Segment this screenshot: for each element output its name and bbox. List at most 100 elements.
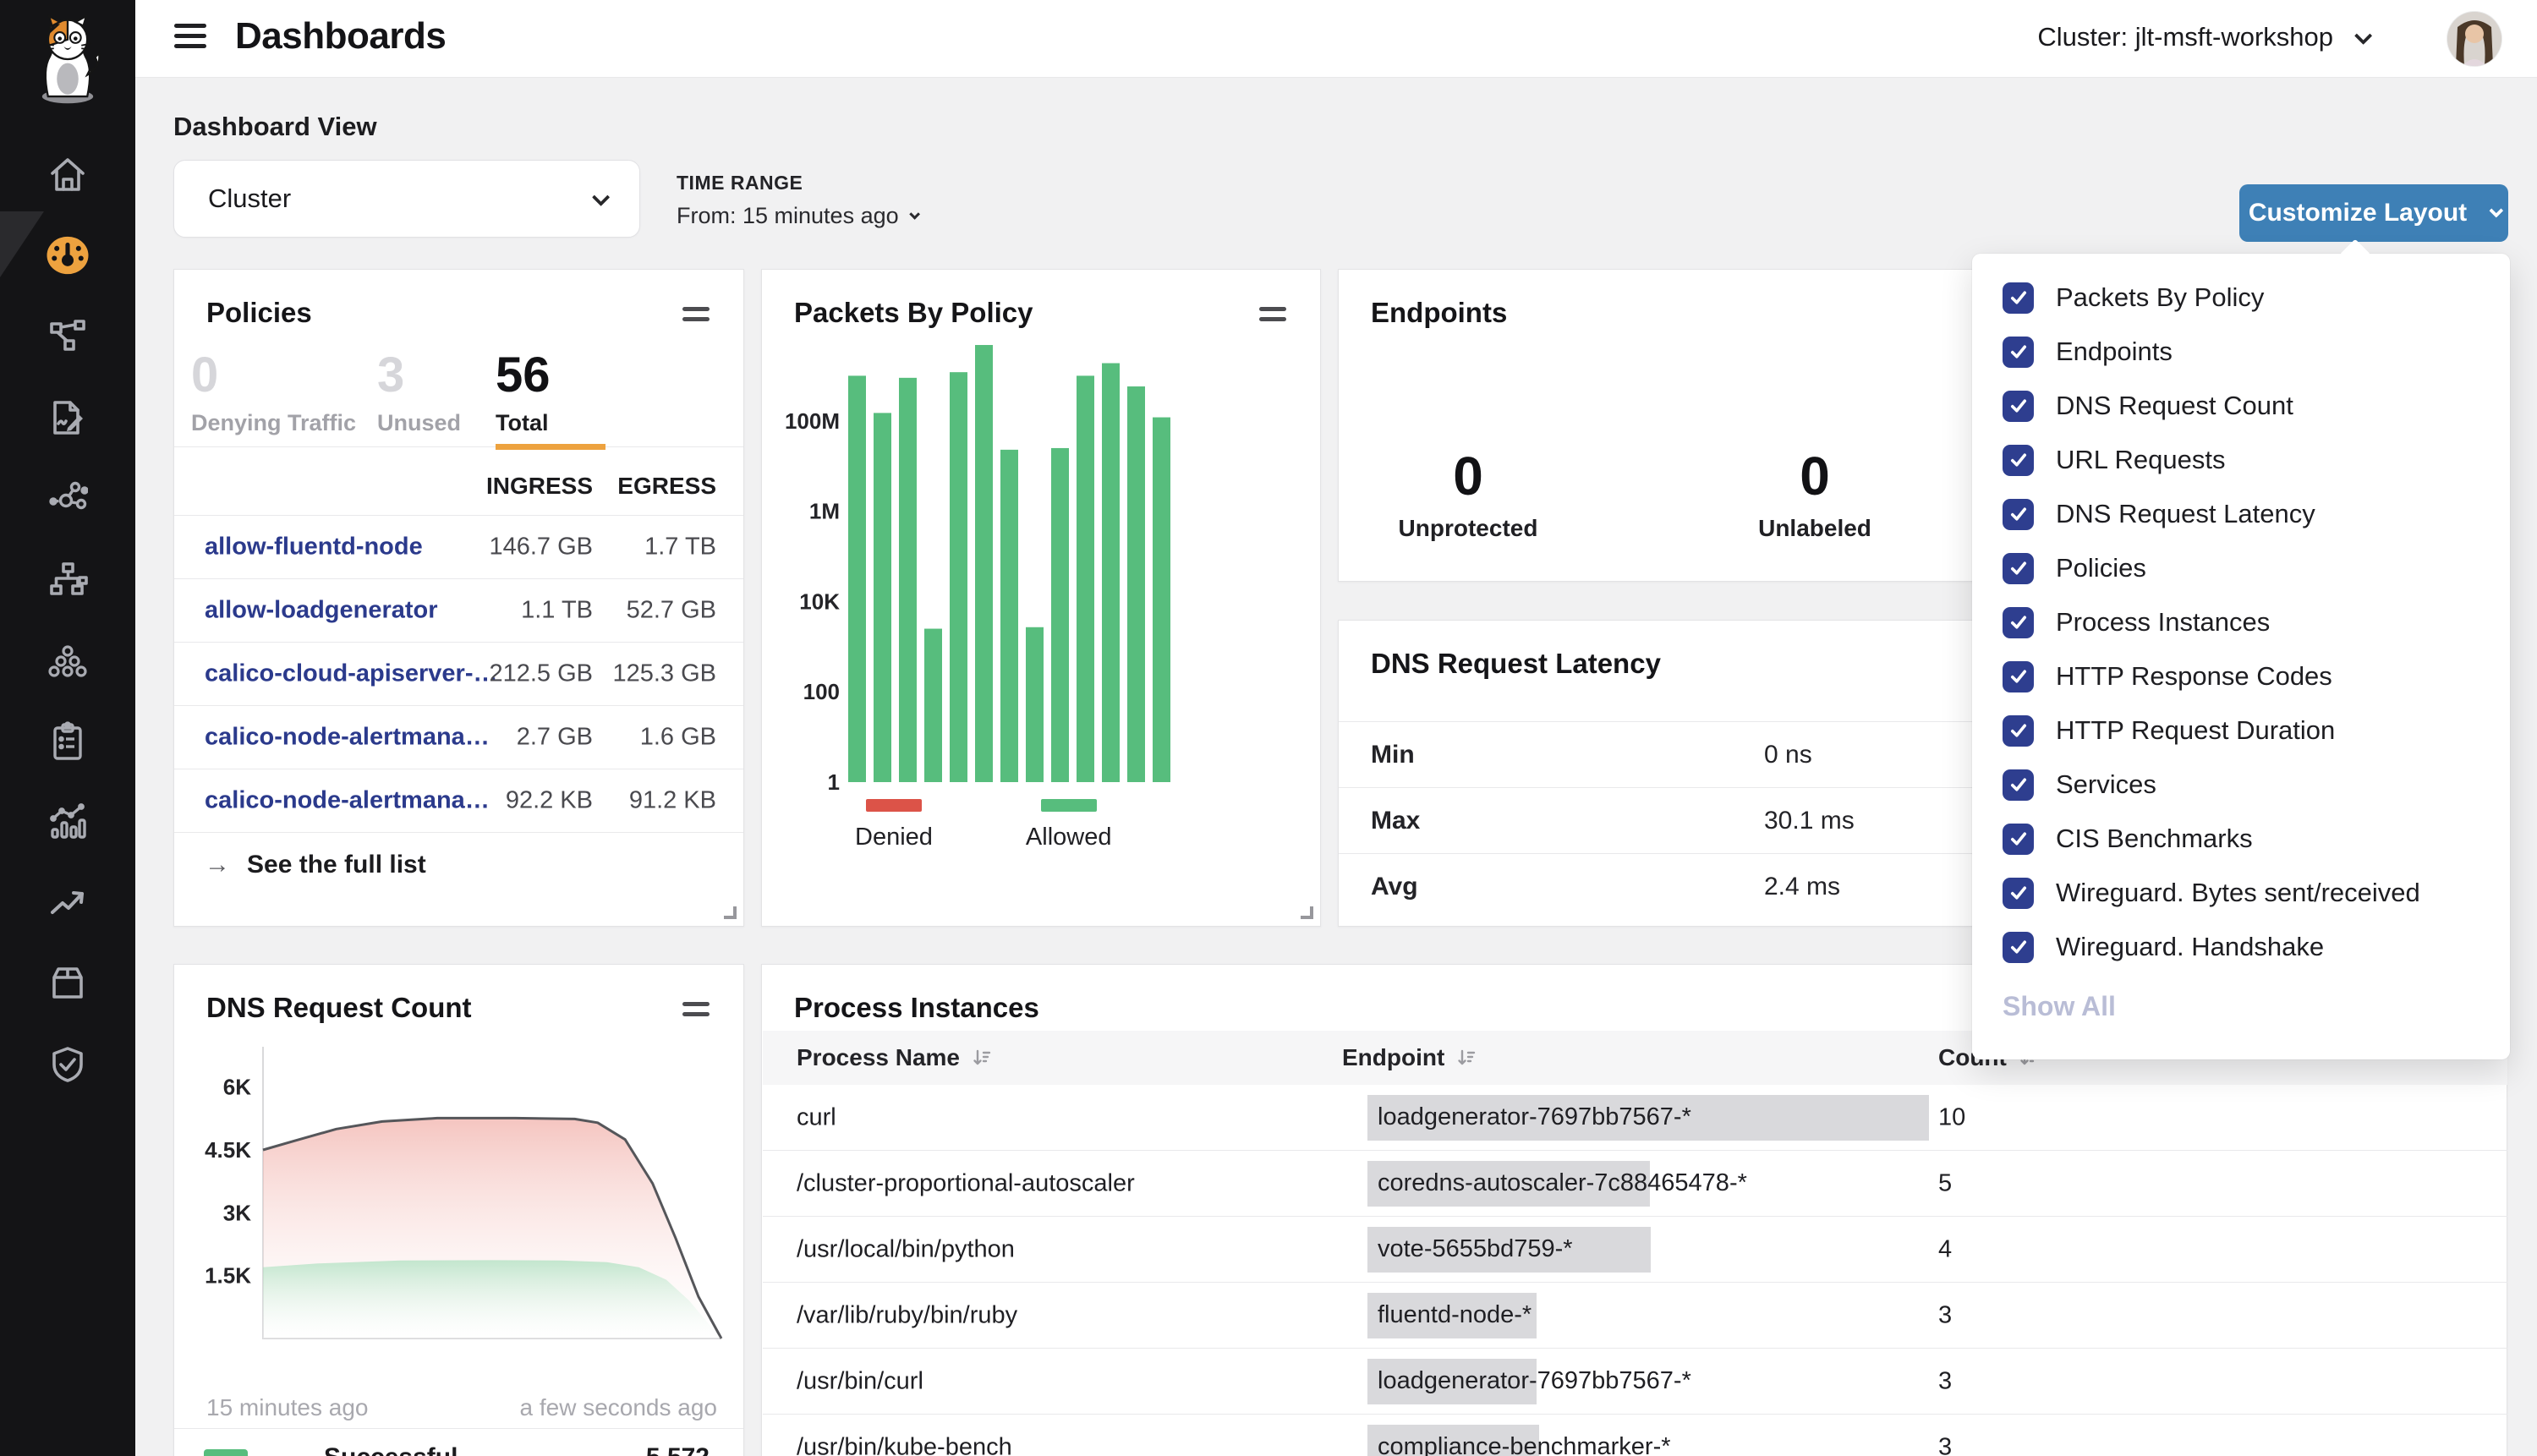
egress-value: 1.6 GB [640,724,716,752]
menu-item-wireguard-handshake[interactable]: Wireguard. Handshake [1972,920,2510,974]
dashboard-view-select[interactable]: Cluster [173,160,640,238]
stat-label: Unprotected [1399,515,1538,542]
stat-total[interactable]: 56 Total [496,335,605,446]
sidebar-item-compliance[interactable] [0,711,135,772]
calico-cat-logo[interactable] [19,10,117,108]
menu-item-policies[interactable]: Policies [1972,541,2510,595]
checkbox-checked-icon[interactable] [2003,282,2034,314]
table-row[interactable]: curl loadgenerator-7697bb7567-* 10 [763,1085,2507,1151]
menu-item-endpoints[interactable]: Endpoints [1972,325,2510,379]
checkbox-checked-icon[interactable] [2003,499,2034,530]
sidebar-item-managed-clusters[interactable] [0,630,135,691]
checkbox-checked-icon[interactable] [2003,769,2034,801]
menu-item-label: Wireguard. Handshake [2056,932,2324,962]
checkbox-checked-icon[interactable] [2003,553,2034,584]
sidebar-item-image-assurance[interactable] [0,953,135,1014]
menu-item-process-instances[interactable]: Process Instances [1972,595,2510,649]
legend-item-allowed[interactable]: Allowed [1026,799,1112,851]
menu-item-cis-benchmarks[interactable]: CIS Benchmarks [1972,812,2510,866]
count-cell: 3 [1938,1367,1952,1395]
sidebar-item-threat-defense[interactable] [0,1034,135,1095]
sidebar-item-dashboards[interactable] [0,225,135,286]
sidebar-item-network-sets[interactable] [0,549,135,610]
policy-link[interactable]: calico-cloud-apiserver-… [205,660,498,688]
checkbox-checked-icon[interactable] [2003,391,2034,422]
checkbox-checked-icon[interactable] [2003,824,2034,855]
process-name-cell: /cluster-proportional-autoscaler [797,1169,1135,1197]
menu-item-label: Policies [2056,553,2146,583]
table-row[interactable]: /usr/local/bin/python vote-5655bd759-* 4 [763,1217,2507,1283]
view-select-value: Cluster [208,183,291,214]
allowed-swatch-icon [1041,799,1097,812]
sidebar-item-home[interactable] [0,145,135,205]
sidebar-item-trends[interactable] [0,873,135,933]
checkbox-checked-icon[interactable] [2003,715,2034,747]
compliance-clipboard-icon [47,721,88,762]
stat-unlabeled: 0 Unlabeled [1758,449,1871,542]
hamburger-menu-icon[interactable] [174,24,206,52]
checkbox-checked-icon[interactable] [2003,337,2034,368]
show-all-link[interactable]: Show All [2003,991,2510,1022]
activity-chart-icon [47,802,88,842]
checkbox-checked-icon[interactable] [2003,932,2034,963]
count-cell: 5 [1938,1169,1952,1197]
x-axis-label-end: a few seconds ago [520,1394,718,1421]
endpoint-cell: loadgenerator-7697bb7567-* [1342,1085,1691,1150]
column-header-process-name[interactable]: Process Name [797,1044,992,1071]
cluster-picker[interactable]: Cluster: jlt-msft-workshop [2037,22,2368,52]
menu-item-dns-request-count[interactable]: DNS Request Count [1972,379,2510,433]
stat-unused[interactable]: 3 Unused [377,335,479,446]
table-row[interactable]: /cluster-proportional-autoscaler coredns… [763,1151,2507,1217]
see-full-list-link[interactable]: → See the full list [174,832,743,896]
menu-item-services[interactable]: Services [1972,758,2510,812]
menu-item-packets-by-policy[interactable]: Packets By Policy [1972,271,2510,325]
policy-link[interactable]: calico-node-alertmana… [205,724,490,752]
policy-link[interactable]: calico-node-alertmana… [205,787,490,815]
checkbox-checked-icon[interactable] [2003,661,2034,692]
sidebar-item-network-flows[interactable] [0,306,135,367]
dns-chart-x-axis: 15 minutes ago a few seconds ago [206,1394,717,1421]
x-axis-label-start: 15 minutes ago [206,1394,368,1421]
stat-denying-traffic[interactable]: 0 Denying Traffic [191,335,364,446]
menu-item-wireguard-bytes[interactable]: Wireguard. Bytes sent/received [1972,866,2510,920]
policies-card: Policies 0 Denying Traffic 3 Unused 56 T… [173,269,744,927]
drag-handle-icon[interactable] [682,307,710,321]
sidebar-item-policies[interactable] [0,387,135,448]
menu-item-dns-request-latency[interactable]: DNS Request Latency [1972,487,2510,541]
latency-card-title: DNS Request Latency [1371,648,1661,680]
resize-handle-icon[interactable] [1301,906,1313,919]
policy-link[interactable]: allow-loadgenerator [205,597,438,625]
column-header-label: Process Name [797,1044,960,1071]
sort-icon[interactable] [972,1048,992,1068]
dns-legend-row[interactable]: Successful 5,572 [174,1428,743,1456]
table-row[interactable]: /var/lib/ruby/bin/ruby fluentd-node-* 3 [763,1283,2507,1349]
menu-item-url-requests[interactable]: URL Requests [1972,433,2510,487]
column-header-endpoint[interactable]: Endpoint [1342,1044,1477,1071]
legend-value: 5,572 [646,1443,710,1456]
drag-handle-icon[interactable] [682,1002,710,1016]
cluster-nodes-icon [47,640,88,681]
sidebar-item-activity[interactable] [0,791,135,852]
sidebar-item-service-graph[interactable] [0,468,135,528]
menu-item-http-response-codes[interactable]: HTTP Response Codes [1972,649,2510,703]
shield-check-icon [47,1044,88,1085]
policy-link[interactable]: allow-fluentd-node [205,534,423,561]
checkbox-checked-icon[interactable] [2003,445,2034,476]
table-row[interactable]: /usr/bin/kube-bench compliance-benchmark… [763,1415,2507,1456]
svg-text:4.5K: 4.5K [205,1137,251,1163]
user-avatar[interactable] [2447,12,2501,66]
drag-handle-icon[interactable] [1259,307,1286,321]
process-card-title: Process Instances [794,992,1039,1024]
checkbox-checked-icon[interactable] [2003,878,2034,909]
time-range-value[interactable]: From: 15 minutes ago [677,203,917,229]
table-row[interactable]: /usr/bin/curl loadgenerator-7697bb7567-*… [763,1349,2507,1415]
customize-layout-button[interactable]: Customize Layout [2239,184,2508,242]
sort-icon[interactable] [1456,1048,1477,1068]
resize-handle-icon[interactable] [724,906,737,919]
ingress-value: 1.1 TB [521,597,593,625]
legend-item-denied[interactable]: Denied [855,799,933,851]
network-flow-icon [47,316,88,357]
topbar: Dashboards Cluster: jlt-msft-workshop [135,0,2537,78]
checkbox-checked-icon[interactable] [2003,607,2034,638]
menu-item-http-request-duration[interactable]: HTTP Request Duration [1972,703,2510,758]
